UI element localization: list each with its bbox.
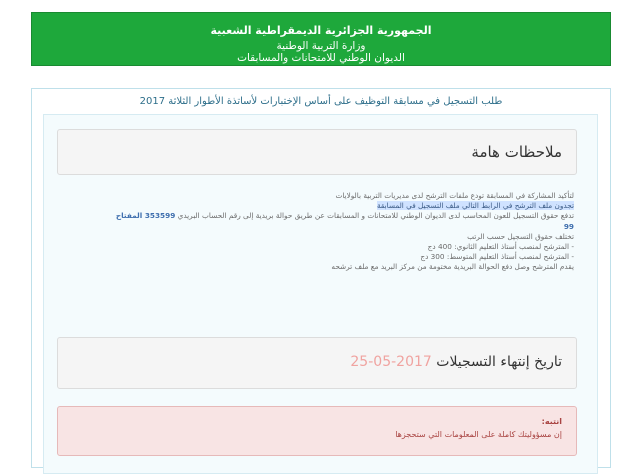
postal-account-number: 353599 المفتاح: [115, 211, 176, 221]
note-line-4: 99: [563, 221, 574, 231]
registration-panel: طلب التسجيل في مسابقة التوظيف على أساس ا…: [31, 88, 611, 474]
note-line-7: - المترشح لمنصب أستاذ التعليم المتوسط: 3…: [420, 252, 574, 262]
deadline-box: تاريخ إنتهاء التسجيلات 2017-05-25: [57, 337, 577, 389]
note-line-3: تدفع حقوق التسجيل للعون المحاسب لدى الدي…: [53, 211, 574, 221]
notes-heading-box: ملاحظات هامة: [57, 129, 577, 175]
alert-title: انتبه:: [541, 417, 562, 426]
notes-list: لتأكيد المشاركة في المسابقة تودع ملفات ا…: [53, 191, 574, 273]
fee-payment-text: تدفع حقوق التسجيل للعون المحاسب لدى الدي…: [177, 211, 574, 221]
deadline-date: 2017-05-25: [350, 354, 432, 370]
note-line-6: - المترشح لمنصب أستاذ التعليم الثانوي: 4…: [427, 242, 574, 252]
panel-title: طلب التسجيل في مسابقة التوظيف على أساس ا…: [139, 96, 503, 107]
warning-alert: انتبه: إن مسؤوليتك كاملة على المعلومات ا…: [57, 406, 577, 456]
header-republic-title: الجمهورية الجزائرية الديمقراطية الشعبية: [210, 24, 432, 37]
header-office: الديوان الوطني للامتحانات والمسابقات: [237, 52, 405, 64]
notes-title: ملاحظات هامة: [471, 143, 562, 161]
panel-body: ملاحظات هامة لتأكيد المشاركة في المسابقة…: [43, 114, 598, 474]
alert-text: إن مسؤوليتك كاملة على المعلومات التي ستح…: [395, 430, 562, 439]
deadline-title: تاريخ إنتهاء التسجيلات 2017-05-25: [350, 354, 562, 370]
note-line-2[interactable]: تجدون ملف الترشح في الرابط التالي ملف ال…: [53, 201, 574, 211]
header-ministry: وزارة التربية الوطنية: [276, 40, 366, 52]
note-line-1: لتأكيد المشاركة في المسابقة تودع ملفات ا…: [335, 191, 574, 200]
note-line-8: يقدم المترشح وصل دفع الحوالة البريدية مخ…: [331, 262, 574, 272]
deadline-label: تاريخ إنتهاء التسجيلات: [436, 354, 562, 370]
note-line-5: تختلف حقوق التسجيل حسب الرتب: [467, 231, 574, 241]
candidate-file-link[interactable]: تجدون ملف الترشح في الرابط التالي ملف ال…: [376, 201, 574, 211]
site-header: الجمهورية الجزائرية الديمقراطية الشعبية …: [31, 12, 611, 66]
